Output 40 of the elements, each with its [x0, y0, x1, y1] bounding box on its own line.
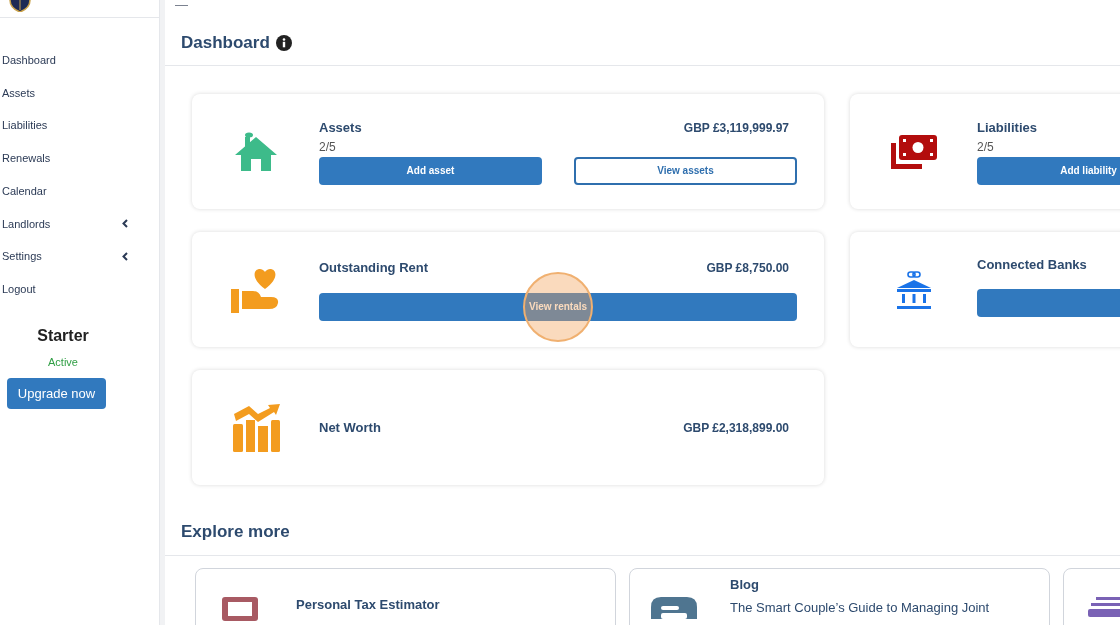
explore-card[interactable]: Blog The Smart Couple’s Guide to Managing Joint [629, 567, 1050, 625]
sidebar-item[interactable]: Calendar [0, 174, 128, 208]
card-title: Connected Banks [977, 255, 1087, 274]
count-text: 2/5 [977, 138, 995, 156]
money-icon [890, 134, 937, 169]
sidebar-item[interactable]: Landlords [0, 207, 128, 241]
explore-text: The Smart Couple’s Guide to Managing Joint [730, 599, 990, 617]
calculator-icon [222, 596, 258, 621]
info-icon[interactable] [275, 34, 292, 51]
amount-text: GBP £8,750.00 [706, 260, 789, 277]
sidebar-item[interactable]: Dashboard [0, 44, 128, 77]
plan-name: Starter [37, 325, 89, 346]
sidebar-item[interactable]: Logout [0, 272, 128, 306]
section-heading: Explore more [181, 522, 290, 541]
explore-title: Blog [730, 575, 760, 594]
explore-title: Personal Tax Estimator [296, 595, 440, 614]
sidebar-item[interactable]: Assets [0, 76, 128, 110]
action-button[interactable]: Add liability [977, 156, 1120, 185]
card-title: Assets [319, 119, 362, 138]
sidebar-item[interactable]: Liabilities [0, 109, 128, 143]
card-title: Liabilities [977, 119, 1037, 138]
sidebar-item[interactable]: Settings [0, 240, 128, 273]
explore-card[interactable]: Personal Tax Estimator [195, 567, 616, 625]
upgrade-button[interactable]: Upgrade now [7, 378, 106, 409]
amount-text: GBP £3,119,999.97 [683, 120, 789, 137]
page-title: Dashboard [181, 31, 270, 54]
document-icon [651, 596, 697, 619]
action-button[interactable]: View assets [574, 156, 797, 185]
bank-icon [896, 269, 931, 310]
sidebar-item[interactable]: Renewals [0, 142, 128, 175]
card-title: Outstanding Rent [319, 259, 429, 278]
heart-hand-icon [230, 266, 281, 313]
stack-icon [1088, 596, 1120, 617]
menu-toggle[interactable]: — [175, 0, 188, 10]
card-title: Net Worth [319, 418, 381, 437]
count-text: 2/5 [319, 138, 337, 156]
amount-text: GBP £2,318,899.00 [683, 419, 789, 437]
action-button[interactable]: Add asset [319, 156, 542, 185]
chart-icon [231, 403, 280, 452]
plan-status: Active [48, 354, 78, 370]
